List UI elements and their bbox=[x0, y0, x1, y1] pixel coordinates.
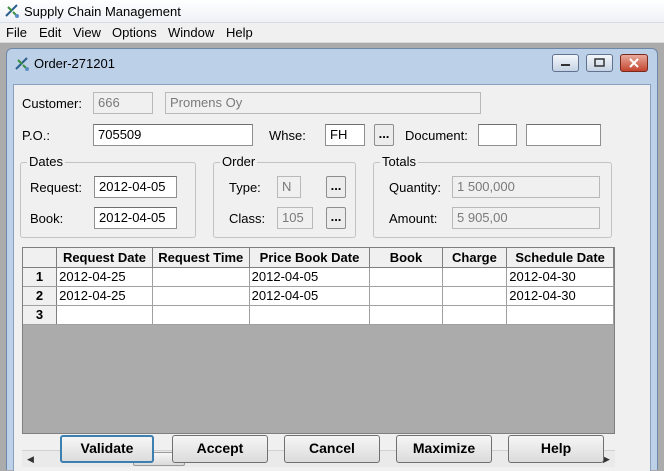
po-label: P.O.: bbox=[22, 128, 50, 143]
app-icon bbox=[5, 4, 19, 18]
minimize-icon bbox=[561, 64, 570, 66]
class-field: 105 bbox=[277, 207, 313, 229]
order-lines-table: Request Date Request Time Price Book Dat… bbox=[23, 248, 614, 325]
cancel-button[interactable]: Cancel bbox=[284, 435, 380, 463]
amount-field: 5 905,00 bbox=[452, 207, 600, 229]
document-label: Document: bbox=[405, 128, 468, 143]
whse-browse-button[interactable]: ... bbox=[374, 124, 394, 146]
totals-group: Totals Quantity: 1 500,000 Amount: 5 905… bbox=[373, 154, 612, 238]
table-cell[interactable] bbox=[249, 305, 371, 325]
menu-bar: File Edit View Options Window Help bbox=[0, 23, 664, 43]
validate-button[interactable]: Validate bbox=[60, 435, 154, 463]
column-header[interactable]: Price Book Date bbox=[249, 248, 371, 268]
menu-view[interactable]: View bbox=[73, 25, 101, 40]
scroll-left-icon[interactable]: ◀ bbox=[22, 451, 39, 467]
dates-group: Dates Request: 2012-04-05 Book: 2012-04-… bbox=[20, 154, 196, 238]
column-header[interactable]: Charge bbox=[442, 248, 508, 268]
table-cell[interactable]: 2012-04-30 bbox=[506, 267, 614, 287]
row-number[interactable]: 1 bbox=[23, 267, 58, 287]
class-label: Class: bbox=[229, 211, 266, 226]
grid-corner[interactable] bbox=[23, 248, 58, 268]
app-titlebar: Supply Chain Management bbox=[0, 0, 664, 23]
column-header[interactable]: Request Date bbox=[56, 248, 153, 268]
restore-icon bbox=[594, 58, 605, 67]
quantity-field: 1 500,000 bbox=[452, 176, 600, 198]
po-field[interactable]: 705509 bbox=[93, 124, 253, 146]
minimize-button[interactable] bbox=[552, 54, 579, 72]
table-cell[interactable]: 2012-04-05 bbox=[249, 286, 371, 306]
table-cell[interactable] bbox=[369, 305, 443, 325]
type-label: Type: bbox=[229, 180, 261, 195]
customer-label: Customer: bbox=[22, 96, 82, 111]
restore-button[interactable] bbox=[586, 54, 613, 72]
table-cell[interactable] bbox=[369, 267, 443, 287]
menu-help[interactable]: Help bbox=[226, 25, 253, 40]
accept-button[interactable]: Accept bbox=[172, 435, 268, 463]
table-cell[interactable] bbox=[56, 305, 153, 325]
table-cell[interactable] bbox=[442, 305, 508, 325]
table-cell[interactable]: 2012-04-05 bbox=[249, 267, 371, 287]
menu-file[interactable]: File bbox=[6, 25, 27, 40]
totals-caption: Totals bbox=[380, 154, 418, 169]
menu-window[interactable]: Window bbox=[168, 25, 214, 40]
customer-id-field: 666 bbox=[93, 92, 153, 114]
order-caption: Order bbox=[220, 154, 258, 169]
column-header[interactable]: Book bbox=[369, 248, 443, 268]
whse-label: Whse: bbox=[269, 128, 306, 143]
menu-edit[interactable]: Edit bbox=[39, 25, 61, 40]
request-label: Request: bbox=[30, 180, 83, 195]
column-header[interactable]: Schedule Date bbox=[506, 248, 614, 268]
help-button[interactable]: Help bbox=[508, 435, 604, 463]
order-window: Order-271201 Customer: 666 Promens Oy P.… bbox=[6, 48, 658, 471]
order-window-titlebar[interactable]: Order-271201 bbox=[7, 49, 657, 77]
table-cell[interactable] bbox=[152, 267, 250, 287]
table-cell[interactable] bbox=[369, 286, 443, 306]
row-number[interactable]: 3 bbox=[23, 305, 58, 325]
document-field-1[interactable] bbox=[478, 124, 517, 146]
order-window-title: Order-271201 bbox=[34, 56, 115, 71]
table-cell[interactable]: 2012-04-30 bbox=[506, 286, 614, 306]
menu-options[interactable]: Options bbox=[112, 25, 157, 40]
class-browse-button[interactable]: ... bbox=[326, 207, 346, 229]
quantity-label: Quantity: bbox=[389, 180, 442, 195]
table-row: 1 2012-04-25 2012-04-05 2012-04-30 bbox=[23, 267, 614, 287]
request-date-field[interactable]: 2012-04-05 bbox=[94, 176, 177, 198]
table-cell[interactable] bbox=[152, 286, 250, 306]
grid-header-row: Request Date Request Time Price Book Dat… bbox=[23, 248, 614, 268]
table-cell[interactable] bbox=[442, 267, 508, 287]
amount-label: Amount: bbox=[389, 211, 438, 226]
dates-caption: Dates bbox=[27, 154, 65, 169]
maximize-button[interactable]: Maximize bbox=[396, 435, 492, 463]
table-cell[interactable] bbox=[506, 305, 614, 325]
type-field: N bbox=[277, 176, 301, 198]
table-row: 2 2012-04-25 2012-04-05 2012-04-30 bbox=[23, 286, 614, 306]
column-header[interactable]: Request Time bbox=[152, 248, 250, 268]
app-title: Supply Chain Management bbox=[24, 4, 181, 19]
table-cell[interactable]: 2012-04-25 bbox=[56, 267, 153, 287]
book-date-field[interactable]: 2012-04-05 bbox=[94, 207, 177, 229]
order-form: Customer: 666 Promens Oy P.O.: 705509 Wh… bbox=[13, 84, 651, 471]
order-lines-grid[interactable]: Request Date Request Time Price Book Dat… bbox=[22, 247, 615, 434]
close-button[interactable] bbox=[620, 54, 648, 72]
whse-field[interactable]: FH bbox=[325, 124, 365, 146]
table-row: 3 bbox=[23, 305, 614, 325]
type-browse-button[interactable]: ... bbox=[326, 176, 346, 198]
close-icon bbox=[629, 58, 639, 68]
order-window-icon bbox=[15, 57, 29, 71]
document-field-2[interactable] bbox=[526, 124, 601, 146]
table-cell[interactable]: 2012-04-25 bbox=[56, 286, 153, 306]
order-group: Order Type: N ... Class: 105 ... bbox=[213, 154, 356, 238]
table-cell[interactable] bbox=[442, 286, 508, 306]
book-label: Book: bbox=[30, 211, 64, 226]
row-number[interactable]: 2 bbox=[23, 286, 58, 306]
table-cell[interactable] bbox=[152, 305, 250, 325]
customer-name-field: Promens Oy bbox=[165, 92, 481, 114]
